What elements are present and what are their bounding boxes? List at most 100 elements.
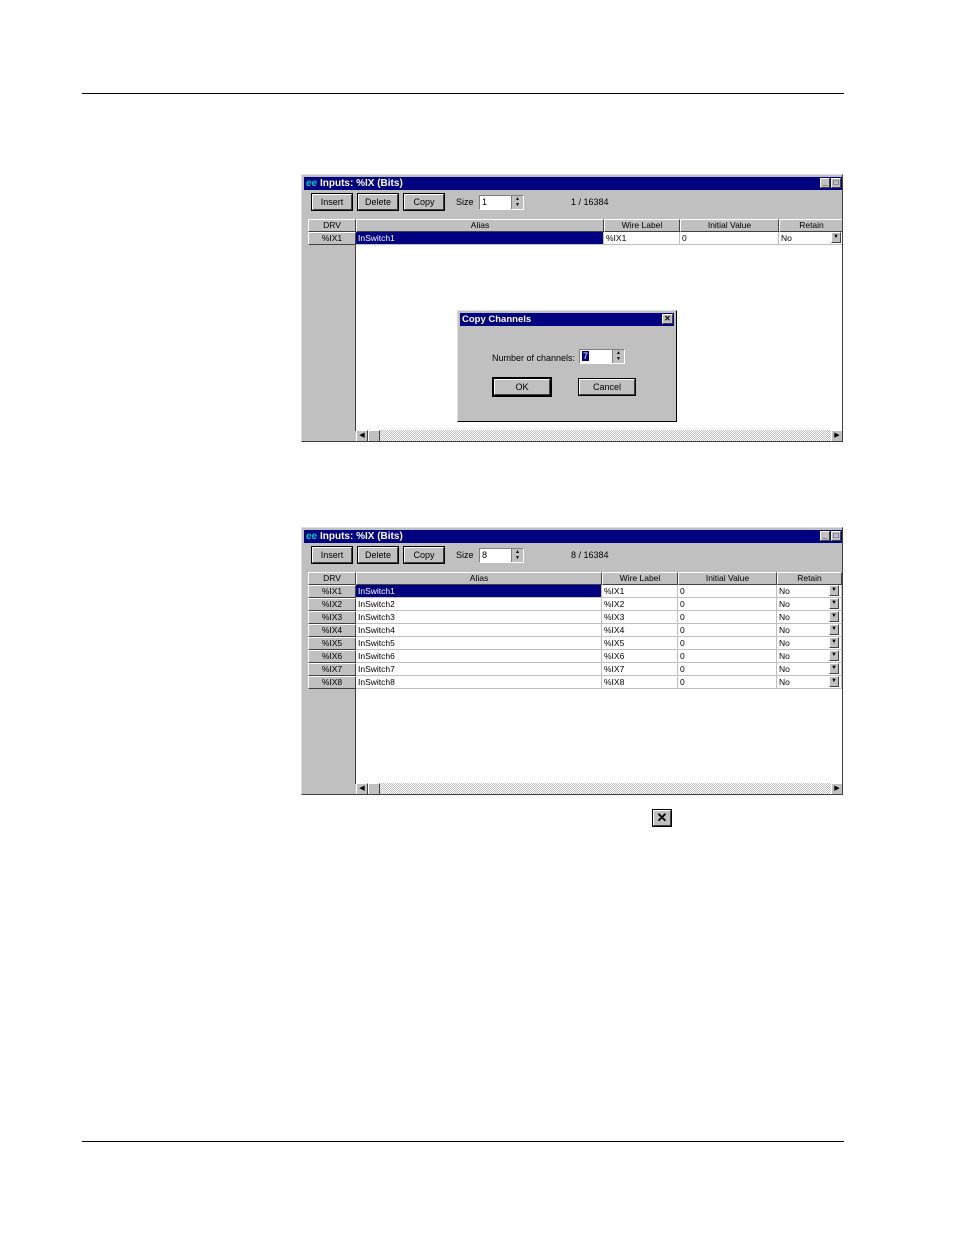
wire-label-cell[interactable]: %IX8 — [602, 676, 678, 689]
row-header-drv[interactable]: %IX5 — [308, 637, 356, 650]
wire-label-cell[interactable]: %IX6 — [602, 650, 678, 663]
retain-cell[interactable]: No ▼ — [777, 663, 842, 676]
size-stepper[interactable]: 8 ▲ ▼ — [479, 548, 524, 563]
column-header-drv[interactable]: DRV — [308, 219, 356, 232]
number-of-channels-label: Number of channels: — [492, 353, 576, 363]
retain-cell[interactable]: No ▼ — [777, 585, 842, 598]
retain-cell[interactable]: No ▼ — [777, 598, 842, 611]
chevron-down-icon[interactable]: ▼ — [829, 650, 839, 661]
insert-button[interactable]: Insert — [312, 547, 352, 563]
insert-button[interactable]: Insert — [312, 194, 352, 210]
row-header-drv[interactable]: %IX2 — [308, 598, 356, 611]
chevron-down-icon[interactable]: ▼ — [829, 598, 839, 609]
initial-value-cell[interactable]: 0 — [678, 611, 777, 624]
initial-value-cell[interactable]: 0 — [678, 585, 777, 598]
copy-button[interactable]: Copy — [404, 194, 444, 210]
alias-cell[interactable]: InSwitch2 — [356, 598, 602, 611]
alias-cell[interactable]: InSwitch6 — [356, 650, 602, 663]
alias-cell[interactable]: InSwitch1 — [356, 232, 604, 245]
initial-value-cell[interactable]: 0 — [678, 598, 777, 611]
initial-value-cell[interactable]: 0 — [678, 663, 777, 676]
maximize-icon[interactable]: □ — [831, 531, 841, 541]
column-header-wire-label[interactable]: Wire Label — [604, 219, 680, 232]
alias-cell[interactable]: InSwitch4 — [356, 624, 602, 637]
close-icon[interactable]: ✕ — [662, 314, 673, 324]
retain-cell[interactable]: No ▼ — [777, 637, 842, 650]
column-header-wire-label[interactable]: Wire Label — [602, 572, 678, 585]
column-header-alias[interactable]: Alias — [356, 219, 604, 232]
alias-cell[interactable]: InSwitch8 — [356, 676, 602, 689]
delete-button[interactable]: Delete — [358, 194, 398, 210]
size-stepper[interactable]: 1 ▲ ▼ — [479, 195, 524, 210]
horizontal-scrollbar[interactable]: ◀ ▶ — [356, 783, 842, 794]
horizontal-scrollbar[interactable]: ◀ ▶ — [356, 430, 842, 441]
alias-cell[interactable]: InSwitch5 — [356, 637, 602, 650]
row-header-drv[interactable]: %IX4 — [308, 624, 356, 637]
chevron-down-icon[interactable]: ▼ — [829, 624, 839, 635]
window-1-titlebar: ee Inputs: %IX (Bits) _ □ — [304, 177, 842, 190]
spin-arrows-icon[interactable]: ▲ ▼ — [612, 350, 624, 363]
initial-value-cell[interactable]: 0 — [678, 624, 777, 637]
scroll-left-icon[interactable]: ◀ — [356, 430, 368, 441]
row-header-drv[interactable]: %IX3 — [308, 611, 356, 624]
initial-value-cell[interactable]: 0 — [678, 650, 777, 663]
drv-column — [308, 219, 356, 431]
copy-button[interactable]: Copy — [404, 547, 444, 563]
retain-cell[interactable]: No ▼ — [779, 232, 842, 245]
column-header-drv[interactable]: DRV — [308, 572, 356, 585]
wire-label-cell[interactable]: %IX1 — [602, 585, 678, 598]
retain-value: No — [779, 677, 790, 687]
wire-label-cell[interactable]: %IX2 — [602, 598, 678, 611]
maximize-icon[interactable]: □ — [831, 178, 841, 188]
column-header-retain[interactable]: Retain — [777, 572, 842, 585]
row-header-drv[interactable]: %IX7 — [308, 663, 356, 676]
retain-cell[interactable]: No ▼ — [777, 624, 842, 637]
minimize-icon[interactable]: _ — [820, 178, 830, 188]
wire-label-cell[interactable]: %IX4 — [602, 624, 678, 637]
initial-value-cell[interactable]: 0 — [680, 232, 779, 245]
alias-cell[interactable]: InSwitch7 — [356, 663, 602, 676]
row-header-drv[interactable]: %IX1 — [308, 232, 356, 245]
spin-arrows-icon[interactable]: ▲ ▼ — [511, 549, 523, 562]
chevron-down-icon[interactable]: ▼ — [831, 232, 841, 243]
scroll-left-icon[interactable]: ◀ — [356, 783, 368, 794]
ok-button[interactable]: OK — [494, 379, 550, 395]
column-header-alias[interactable]: Alias — [356, 572, 602, 585]
cancel-button[interactable]: Cancel — [579, 379, 635, 395]
row-header-drv[interactable]: %IX8 — [308, 676, 356, 689]
row-header-drv[interactable]: %IX1 — [308, 585, 356, 598]
chevron-down-icon[interactable]: ▼ — [829, 585, 839, 596]
spin-arrows-icon[interactable]: ▲ ▼ — [511, 196, 523, 209]
window-2-titlebar: ee Inputs: %IX (Bits) _ □ — [304, 530, 842, 543]
chevron-down-icon[interactable]: ▼ — [829, 676, 839, 687]
delete-button[interactable]: Delete — [358, 547, 398, 563]
app-logo-icon: ee — [306, 531, 318, 542]
retain-cell[interactable]: No ▼ — [777, 611, 842, 624]
retain-cell[interactable]: No ▼ — [777, 650, 842, 663]
initial-value-cell[interactable]: 0 — [678, 637, 777, 650]
row-header-drv[interactable]: %IX6 — [308, 650, 356, 663]
scrollbar-thumb[interactable] — [368, 430, 380, 441]
scroll-right-icon[interactable]: ▶ — [831, 783, 842, 794]
retain-value: No — [779, 586, 790, 596]
column-header-initial-value[interactable]: Initial Value — [680, 219, 779, 232]
wire-label-cell[interactable]: %IX5 — [602, 637, 678, 650]
minimize-icon[interactable]: _ — [820, 531, 830, 541]
chevron-down-icon[interactable]: ▼ — [829, 637, 839, 648]
alias-cell[interactable]: InSwitch3 — [356, 611, 602, 624]
chevron-down-icon[interactable]: ▼ — [829, 611, 839, 622]
wire-label-cell[interactable]: %IX7 — [602, 663, 678, 676]
inputs-window-1: ee Inputs: %IX (Bits) _ □ Insert Delete C… — [301, 174, 843, 442]
number-of-channels-stepper[interactable]: 7 ▲ ▼ — [579, 349, 625, 364]
scroll-right-icon[interactable]: ▶ — [831, 430, 842, 441]
column-header-initial-value[interactable]: Initial Value — [678, 572, 777, 585]
scrollbar-thumb[interactable] — [368, 783, 380, 794]
wire-label-cell[interactable]: %IX3 — [602, 611, 678, 624]
window-1-title: Inputs: %IX (Bits) — [320, 178, 403, 189]
chevron-down-icon[interactable]: ▼ — [829, 663, 839, 674]
column-header-retain[interactable]: Retain — [779, 219, 842, 232]
wire-label-cell[interactable]: %IX1 — [604, 232, 680, 245]
initial-value-cell[interactable]: 0 — [678, 676, 777, 689]
alias-cell[interactable]: InSwitch1 — [356, 585, 602, 598]
retain-cell[interactable]: No ▼ — [777, 676, 842, 689]
